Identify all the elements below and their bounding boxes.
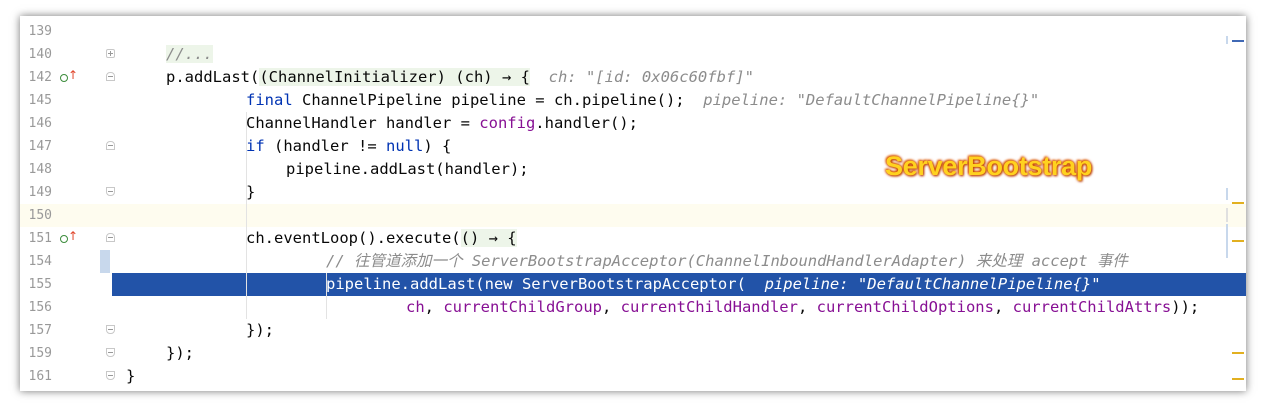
- line-number: 154: [28, 254, 52, 269]
- code-line[interactable]: 149 }: [20, 181, 1246, 204]
- line-number: 159: [28, 346, 52, 361]
- selected-line[interactable]: 155 pipeline.addLast(new ServerBootstrap…: [20, 273, 1246, 296]
- line-number: 142: [28, 70, 52, 85]
- code-text: });: [166, 344, 194, 362]
- code-text: (handler !=: [264, 137, 386, 155]
- code-text: }: [246, 183, 256, 201]
- field-ref: ch: [406, 298, 425, 316]
- line-number: 151: [28, 231, 52, 246]
- lambda-text: () → {: [460, 229, 517, 247]
- code-line[interactable]: 142 ↑ p.addLast((ChannelInitializer) (ch…: [20, 66, 1246, 89]
- line-number: 156: [28, 300, 52, 315]
- overlay-title: ServerBootstrap: [885, 151, 1093, 181]
- code-line[interactable]: 151 ↑ ch.eventLoop().execute(() → {: [20, 227, 1246, 250]
- code-text: pipeline.addLast(handler);: [286, 160, 529, 178]
- change-marker: [100, 250, 110, 273]
- field-ref: currentChildGroup: [443, 298, 602, 316]
- line-number: 139: [28, 24, 52, 39]
- code-line[interactable]: 157 });: [20, 319, 1246, 342]
- code-line[interactable]: 140 //...: [20, 43, 1246, 66]
- field-ref: config: [479, 114, 536, 132]
- code-text: });: [246, 321, 274, 339]
- inline-value-hint: pipeline: "DefaultChannelPipeline{}": [745, 275, 1101, 293]
- line-number: 150: [28, 208, 52, 223]
- current-line[interactable]: 150: [20, 204, 1246, 227]
- code-text: p.addLast(: [166, 68, 260, 86]
- code-text: ,: [424, 298, 444, 316]
- code-text: ));: [1171, 298, 1200, 316]
- override-up-arrow-icon[interactable]: ↑: [60, 229, 78, 244]
- line-number: 161: [28, 369, 52, 384]
- code-line[interactable]: 139: [20, 20, 1246, 43]
- code-line[interactable]: 154 // 往管道添加一个 ServerBootstrapAcceptor(C…: [20, 250, 1246, 273]
- indent-guide: [326, 273, 327, 319]
- code-area[interactable]: [112, 20, 1246, 43]
- code-text: ) {: [423, 137, 452, 155]
- comment: // 往管道添加一个 ServerBootstrapAcceptor(Chann…: [326, 252, 1128, 270]
- inline-value-hint: pipeline: "DefaultChannelPipeline{}": [684, 91, 1040, 109]
- line-number: 148: [28, 162, 52, 177]
- code-editor[interactable]: 139 140 //... 142 ↑ p.addLast((ChannelIn…: [20, 16, 1246, 391]
- code-text: .handler();: [535, 114, 638, 132]
- code-text: pipeline.addLast(new ServerBootstrapAcce…: [326, 275, 746, 293]
- code-text: ,: [601, 298, 621, 316]
- code-text: ch.eventLoop().execute(: [246, 229, 461, 247]
- line-number: 146: [28, 116, 52, 131]
- code-text: ChannelPipeline pipeline = ch.pipeline()…: [292, 91, 685, 109]
- field-ref: currentChildHandler: [620, 298, 798, 316]
- code-line[interactable]: 146 ChannelHandler handler = config.hand…: [20, 112, 1246, 135]
- field-ref: currentChildOptions: [816, 298, 994, 316]
- code-line[interactable]: 161 }: [20, 365, 1246, 388]
- line-number: 157: [28, 323, 52, 338]
- code-text: ,: [797, 298, 817, 316]
- line-number: 140: [28, 47, 52, 62]
- line-number: 155: [28, 277, 52, 292]
- code-line[interactable]: 145 final ChannelPipeline pipeline = ch.…: [20, 89, 1246, 112]
- keyword: if: [246, 137, 265, 155]
- keyword: final: [246, 91, 293, 109]
- line-number: 145: [28, 93, 52, 108]
- line-number: 149: [28, 185, 52, 200]
- indent-guide: [246, 112, 247, 319]
- lambda-text: (ChannelInitializer) (ch) → {: [259, 68, 530, 86]
- field-ref: currentChildAttrs: [1012, 298, 1172, 316]
- line-number: 147: [28, 139, 52, 154]
- folded-comment[interactable]: //...: [166, 45, 213, 63]
- code-text: }: [126, 367, 136, 385]
- override-up-arrow-icon[interactable]: ↑: [60, 68, 78, 83]
- code-text: ChannelHandler handler =: [246, 114, 480, 132]
- inline-value-hint: ch: "[id: 0x06c60fbf]": [529, 68, 754, 86]
- code-line[interactable]: 156 ch, currentChildGroup, currentChildH…: [20, 296, 1246, 319]
- code-line[interactable]: 159 });: [20, 342, 1246, 365]
- code-text: ,: [993, 298, 1013, 316]
- keyword: null: [386, 137, 424, 155]
